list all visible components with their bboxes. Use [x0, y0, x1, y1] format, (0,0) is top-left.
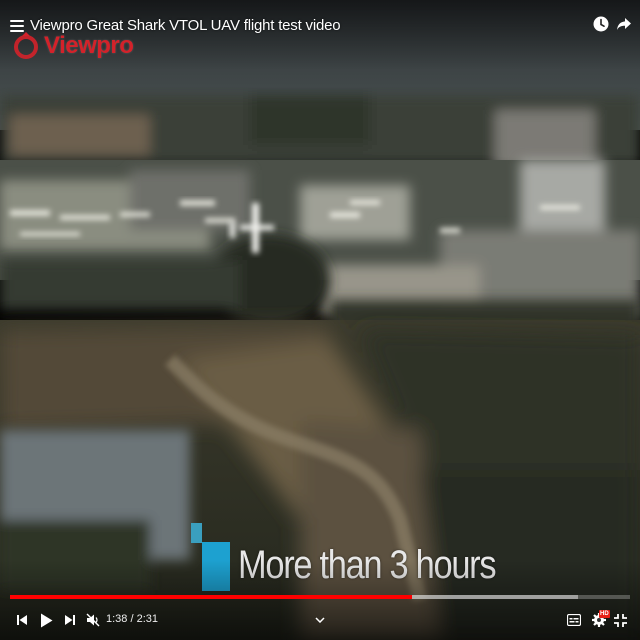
play-icon	[40, 613, 52, 627]
played-bar	[10, 595, 413, 599]
exit-fullscreen-icon	[613, 613, 627, 627]
play-button[interactable]	[38, 611, 54, 629]
skip-next-icon	[65, 615, 75, 625]
skip-previous-icon	[17, 615, 27, 625]
share-arrow-icon[interactable]	[616, 16, 632, 32]
subtitles-icon	[567, 614, 581, 626]
progress-bar[interactable]	[10, 595, 630, 599]
watermark-text: Viewpro	[44, 32, 134, 59]
chevron-down-icon	[315, 617, 325, 623]
hd-badge: HD	[599, 610, 610, 618]
time-display: 1:38 / 2:31	[106, 613, 158, 625]
video-player[interactable]: Viewpro Great Shark VTOL UAV flight test…	[0, 0, 640, 640]
channel-watermark: Viewpro	[12, 30, 134, 62]
fullscreen-button[interactable]	[612, 611, 628, 629]
time-current: 1:38	[106, 613, 128, 625]
caption-accent-small	[191, 523, 202, 543]
time-separator: /	[127, 613, 137, 625]
settings-button[interactable]: HD	[588, 610, 610, 629]
viewpro-logo-icon	[14, 32, 38, 59]
more-videos-button[interactable]	[312, 611, 328, 629]
next-button[interactable]	[62, 611, 78, 629]
mute-button[interactable]	[84, 611, 102, 629]
clock-icon[interactable]	[593, 16, 609, 32]
subtitles-button[interactable]	[565, 611, 583, 629]
previous-button[interactable]	[14, 611, 30, 629]
time-total: 2:31	[136, 613, 159, 625]
volume-muted-icon	[86, 613, 100, 627]
